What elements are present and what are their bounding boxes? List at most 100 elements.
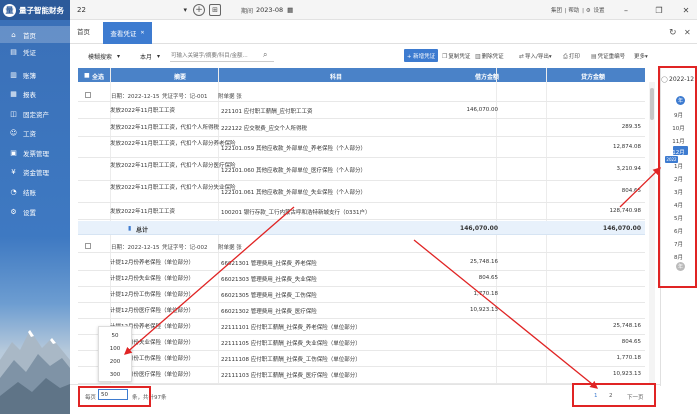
page-size-dropdown: 50 100 200 300 xyxy=(98,326,132,382)
gear-icon[interactable]: ⚙ xyxy=(586,8,591,14)
settings-icon: ⚙ xyxy=(10,207,17,216)
sidebar-item-label: 发票管理 xyxy=(23,149,49,158)
search-mode-value: 模糊搜索 xyxy=(88,53,113,61)
table-row[interactable]: 计提12月份医疗保险（单位部分） 66021302 管理费用_社保费_医疗保险 … xyxy=(78,303,645,319)
add-circle-icon[interactable]: + xyxy=(193,4,205,16)
page-size-option[interactable]: 100 xyxy=(99,346,131,352)
row-debit: 804.65 xyxy=(478,275,498,281)
voucher-header: 日期：2022-12-15 凭证字号：记-002 附单据 张 xyxy=(78,240,645,253)
voucher-number[interactable]: 凭证字号：记-002 xyxy=(162,243,208,251)
refresh-icon[interactable]: ↻ xyxy=(669,28,677,38)
table-row[interactable]: 计提12月份失业保险（单位部分） 22111105 应付职工薪酬_社保费_失业保… xyxy=(78,335,645,351)
row-account: 22111101 应付职工薪酬_社保费_养老保险（单位部分） xyxy=(221,325,361,331)
period-label: 期间 xyxy=(241,8,254,15)
fund-icon: ¥ xyxy=(11,167,16,176)
sidebar-item-label: 首页 xyxy=(23,31,36,40)
sidebar-item-settings[interactable]: ⚙ 设置 xyxy=(0,203,70,220)
sidebar-item-report[interactable]: ▦ 报表 xyxy=(0,85,70,102)
tab-view-voucher[interactable]: 查看凭证 ✕ xyxy=(103,22,152,44)
period-select[interactable]: 2023-08 ▦ xyxy=(254,3,304,17)
voucher-attachments: 附单据 张 xyxy=(218,245,242,251)
sidebar-item-home[interactable]: ⌂ 首页 xyxy=(0,26,70,43)
table-row[interactable]: 计提12月份失业保险（单位部分） 66021303 管理费用_社保费_失业保险 … xyxy=(78,271,645,287)
scrollbar-track[interactable] xyxy=(649,82,655,384)
grid-icon[interactable]: ⊞ xyxy=(209,4,221,16)
sidebar-item-salary[interactable]: ☺ 工资 xyxy=(0,124,70,141)
top-link-group[interactable]: 集团 xyxy=(551,8,562,14)
table-row[interactable]: 发放2022年11月职工工资，代扣个人所得税 222122 应交税费_应交个人所… xyxy=(78,119,645,137)
period-value: 2023-08 xyxy=(256,6,284,14)
table-row[interactable]: 计提12月份养老保险（单位部分） 66021301 管理费用_社保费_养老保险 … xyxy=(78,255,645,271)
sidebar-item-asset[interactable]: ◫ 固定资产 xyxy=(0,105,70,122)
top-link-settings[interactable]: 设置 xyxy=(593,8,604,14)
search-icon[interactable]: ⌕ xyxy=(263,50,267,60)
sidebar-item-voucher[interactable]: ▤ 凭证 xyxy=(0,43,70,60)
asset-icon: ◫ xyxy=(10,109,17,118)
scrollbar-thumb[interactable] xyxy=(650,88,654,120)
sidebar-item-invoice[interactable]: ▣ 发票管理 xyxy=(0,144,70,161)
row-credit: 25,748.16 xyxy=(613,323,641,329)
search-mode-select[interactable]: 模糊搜索 ▾ xyxy=(88,50,120,62)
tab-home[interactable]: 首页 xyxy=(77,26,90,36)
voucher-header: 日期：2022-12-15 凭证字号：记-001 附单据 张 xyxy=(78,89,645,102)
row-debit: 1,770.18 xyxy=(473,291,499,297)
table-row[interactable]: 发放2022年11月职工工资，代扣个人部分失业保险 122101.061 其他应… xyxy=(78,181,645,203)
sidebar-item-ledger[interactable]: ▥ 账簿 xyxy=(0,66,70,83)
select-all-icon[interactable]: ■ xyxy=(84,72,90,79)
maximize-icon[interactable]: ❐ xyxy=(652,3,666,17)
table-row[interactable]: 计提12月份工伤保险（单位部分） 22111108 应付职工薪酬_社保费_工伤保… xyxy=(78,351,645,367)
row-credit: 128,740.98 xyxy=(609,208,642,214)
company-value: 22 xyxy=(77,6,86,14)
print-label: 打印 xyxy=(568,54,580,60)
close-icon[interactable]: ✕ xyxy=(679,3,693,17)
row-credit: 12,874.08 xyxy=(613,144,641,150)
header-select-all[interactable]: 全选 xyxy=(92,72,104,81)
voucher-date: 日期：2022-12-15 xyxy=(111,94,160,100)
delete-voucher-button[interactable]: ▥删除凭证 xyxy=(475,52,504,60)
top-link-help[interactable]: 帮助 xyxy=(568,8,579,14)
row-credit: 3,210.94 xyxy=(616,166,642,172)
table-row[interactable]: 发放2022年11月职工工资，代扣个人部分医疗保险 122101.060 其他应… xyxy=(78,158,645,181)
sidebar-item-fund[interactable]: ¥ 资金管理 xyxy=(0,163,70,180)
company-select[interactable]: 22 ▾ xyxy=(74,3,190,17)
chevron-down-icon: ▾ xyxy=(548,54,552,60)
voucher-number[interactable]: 凭证字号：记-001 xyxy=(162,92,208,100)
close-account-icon: ◔ xyxy=(10,187,17,196)
renumber-button[interactable]: ▤凭证重编号 xyxy=(591,52,625,60)
table-row[interactable]: 计提12月份医疗保险（单位部分） 22111103 应付职工薪酬_社保费_医疗保… xyxy=(78,367,645,384)
copy-icon: ❐ xyxy=(442,53,448,60)
search-input[interactable] xyxy=(170,50,274,62)
page-size-option[interactable]: 300 xyxy=(99,372,131,378)
period-mode-select[interactable]: 本月 ▾ xyxy=(140,50,160,62)
table-row[interactable]: 发放2022年11月职工工资 221101 应付职工薪酬_应付职工工资 146,… xyxy=(78,103,645,119)
table-row[interactable]: 计提12月份养老保险（单位部分） 22111101 应付职工薪酬_社保费_养老保… xyxy=(78,319,645,335)
header-account: 科目 xyxy=(330,74,343,81)
chevron-down-icon: ▾ xyxy=(183,6,187,14)
table-row[interactable]: 发放2022年11月职工工资，代扣个人部分养老保险 122101.059 其他应… xyxy=(78,137,645,158)
tab-close-icon[interactable]: ✕ xyxy=(140,30,144,36)
sidebar-item-label: 凭证 xyxy=(23,48,36,57)
import-export-label: 导入/导出 xyxy=(525,54,549,60)
header-summary: 摘要 xyxy=(174,74,187,81)
more-button[interactable]: 更多▾ xyxy=(634,52,648,60)
row-account: 100201 银行存款_工行内蒙古呼和浩特新城支行（0331户） xyxy=(221,210,371,216)
sidebar-item-close-account[interactable]: ◔ 结账 xyxy=(0,183,70,200)
voucher-checkbox[interactable] xyxy=(85,243,91,249)
print-button[interactable]: ⎙打印 xyxy=(563,52,580,61)
copy-voucher-button[interactable]: ❐复制凭证 xyxy=(442,52,470,60)
voucher-checkbox[interactable] xyxy=(85,92,91,98)
close-tab-icon[interactable]: ✕ xyxy=(684,28,691,37)
minimize-icon[interactable]: – xyxy=(619,3,633,17)
sidebar-item-label: 资金管理 xyxy=(23,168,49,177)
voucher-icon: ▤ xyxy=(10,47,17,56)
sidebar-item-label: 工资 xyxy=(23,129,36,138)
page-size-option[interactable]: 200 xyxy=(99,359,131,365)
table-row[interactable]: 发放2022年11月职工工资 100201 银行存款_工行内蒙古呼和浩特新城支行… xyxy=(78,203,645,220)
chevron-down-icon: ▾ xyxy=(645,54,648,60)
row-debit: 146,070.00 xyxy=(466,107,499,113)
page-size-option[interactable]: 50 xyxy=(99,333,131,339)
renumber-icon: ▤ xyxy=(591,53,597,60)
add-voucher-button[interactable]: + 新增凭证 xyxy=(404,49,438,62)
import-export-button[interactable]: ⇄导入/导出▾ xyxy=(519,52,552,60)
table-row[interactable]: 计提12月份工伤保险（单位部分） 66021305 管理费用_社保费_工伤保险 … xyxy=(78,287,645,303)
